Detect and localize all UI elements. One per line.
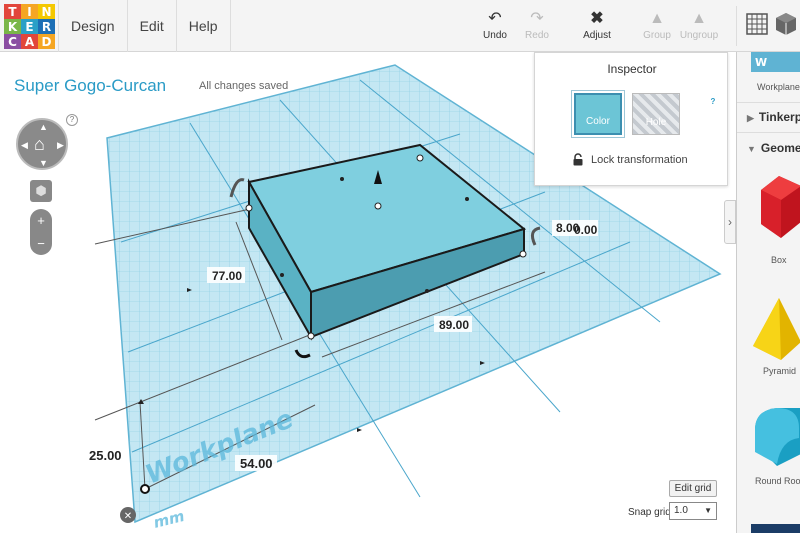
origin-marker[interactable] <box>140 484 150 494</box>
origin-y-dimension[interactable]: 25.00 <box>89 448 122 463</box>
menu-help[interactable]: Help <box>175 0 231 52</box>
lock-transformation-toggle[interactable]: Lock transformation <box>573 153 688 166</box>
svg-text:✕: ✕ <box>124 511 132 522</box>
shapes-panel: W Workplane ▶ Tinkerpla ▼ Geometr Box Pyra… <box>736 52 800 533</box>
arrow-right-icon[interactable]: ▶ <box>57 140 64 151</box>
adjust-label: Adjust <box>583 30 611 41</box>
toolbar-divider <box>736 6 737 46</box>
nav-help-icon[interactable]: ? <box>66 114 78 126</box>
workspace[interactable]: ✕ 77.00 89.00 8.00 0.00 25.00 54.00 Work… <box>0 52 735 533</box>
logo-letter: T <box>4 4 21 19</box>
panel-collapse-handle[interactable]: › <box>724 200 736 244</box>
arrow-left-icon[interactable]: ◀ <box>21 140 28 151</box>
redo-button[interactable]: ↷ Redo <box>512 8 562 41</box>
logo-letter: N <box>38 4 55 19</box>
adjust-button[interactable]: ✖ Adjust <box>572 8 622 41</box>
zoom-control: + − <box>30 209 52 255</box>
inspector-panel: Inspector ? Color Hole Lock transformati… <box>534 52 728 186</box>
zoom-in-icon[interactable]: + <box>30 209 52 232</box>
cube-view-icon[interactable] <box>772 10 800 38</box>
color-swatch-button[interactable]: Color <box>574 93 622 135</box>
group-label: Group <box>643 30 671 41</box>
shape-thumbnail-partial[interactable] <box>751 524 800 533</box>
menu-edit[interactable]: Edit <box>126 0 176 52</box>
color-label: Color <box>586 116 610 127</box>
menu-design[interactable]: Design <box>58 0 127 52</box>
logo-letter: C <box>4 34 21 49</box>
logo-letter: I <box>21 4 38 19</box>
logo-letter: D <box>38 34 55 49</box>
inspector-title: Inspector <box>607 62 657 76</box>
orbit-control[interactable]: ▲ ▼ ◀ ▶ ⌂ <box>16 118 68 170</box>
inspector-help-icon[interactable]: ? <box>707 97 719 109</box>
save-status: All changes saved <box>199 80 289 92</box>
box-label: Box <box>771 255 787 265</box>
svg-text:W: W <box>755 56 767 69</box>
section-geometric-label: Geometr <box>760 141 800 155</box>
top-bar: T I N K E R C A D Design Edit Help ↶ Und… <box>0 0 800 52</box>
pyramid-label: Pyramid <box>763 366 797 376</box>
chevron-down-icon: ▼ <box>704 506 712 515</box>
home-icon[interactable]: ⌂ <box>34 134 45 155</box>
main-menu: Design Edit Help <box>58 0 231 52</box>
tinkercad-logo[interactable]: T I N K E R C A D <box>4 4 55 49</box>
zoom-out-icon[interactable]: − <box>30 232 52 255</box>
section-tinkerplay[interactable]: ▶ Tinkerpla <box>747 110 800 124</box>
width-dimension[interactable]: 89.00 <box>439 318 469 332</box>
watermark-title: LILLIAN <box>462 421 580 454</box>
chevron-right-icon: ▶ <box>747 113 754 123</box>
depth-dimension[interactable]: 77.00 <box>212 269 242 283</box>
panel-divider <box>737 102 800 103</box>
logo-letter: E <box>21 19 38 34</box>
workplane-drag-icon[interactable]: ✕ <box>120 507 136 523</box>
lock-icon <box>573 153 583 166</box>
hole-swatch-button[interactable]: Hole <box>632 93 680 135</box>
lock-label: Lock transformation <box>591 153 688 166</box>
chevron-right-icon: › <box>728 215 732 229</box>
height-dimension-secondary[interactable]: 0.00 <box>574 223 598 237</box>
guide-arrow <box>357 428 362 432</box>
snap-grid-select[interactable]: 1.0 ▼ <box>669 502 717 520</box>
round-roof-shape-thumbnail[interactable] <box>751 404 800 470</box>
chevron-down-icon: ▼ <box>747 144 756 154</box>
panel-divider <box>737 132 800 133</box>
hole-label: Hole <box>645 117 667 128</box>
arrow-down-icon[interactable]: ▼ <box>39 158 48 168</box>
ungroup-icon: ▲ <box>691 10 707 27</box>
logo-letter: A <box>21 34 38 49</box>
section-tinkerplay-label: Tinkerpla <box>758 110 800 124</box>
redo-icon: ↷ <box>530 10 544 27</box>
project-title[interactable]: Super Gogo-Curcan <box>14 76 166 96</box>
logo-letter: R <box>38 19 55 34</box>
watermark-subtitle: Moment 3D Studio <box>462 456 570 471</box>
grid-view-icon[interactable] <box>743 10 771 38</box>
ungroup-button[interactable]: ▲ Ungroup <box>674 8 724 41</box>
logo-letter: K <box>4 19 21 34</box>
fit-view-icon[interactable]: ⬢ <box>30 180 52 202</box>
pyramid-shape-thumbnail[interactable] <box>751 296 800 362</box>
adjust-icon: ✖ <box>590 10 604 27</box>
ungroup-label: Ungroup <box>679 30 719 41</box>
round-roof-label: Round Roof <box>755 476 800 486</box>
snap-grid-value: 1.0 <box>674 505 688 516</box>
snap-grid-label: Snap grid <box>628 507 671 518</box>
redo-label: Redo <box>525 30 549 41</box>
edit-grid-button[interactable]: Edit grid <box>669 480 717 497</box>
workplane-thumbnail[interactable]: W <box>751 52 800 74</box>
workplane-item-label: Workplane <box>757 82 800 92</box>
arrow-up-icon[interactable]: ▲ <box>39 122 48 132</box>
section-geometric[interactable]: ▼ Geometr <box>747 141 800 155</box>
undo-label: Undo <box>483 30 507 41</box>
origin-x-dimension[interactable]: 54.00 <box>240 456 273 471</box>
box-shape-thumbnail[interactable] <box>751 172 800 244</box>
